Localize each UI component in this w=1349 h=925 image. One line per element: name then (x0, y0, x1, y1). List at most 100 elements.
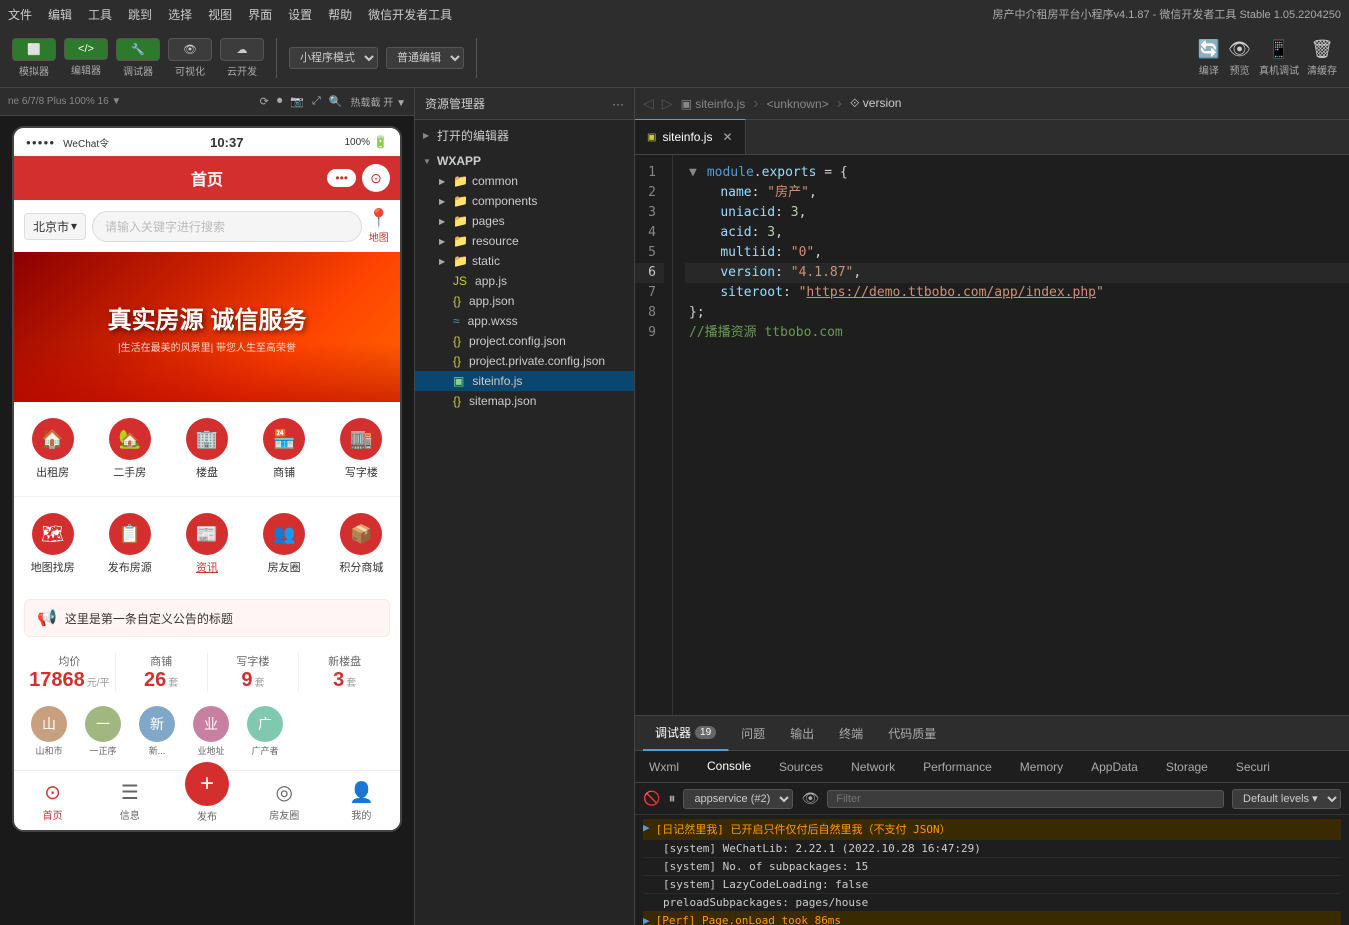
publish-nav-icon[interactable]: + (185, 762, 229, 806)
subtab-appdata[interactable]: AppData (1077, 751, 1152, 783)
nav-me[interactable]: 👤 我的 (323, 771, 400, 830)
file-panel-more-icon[interactable]: ··· (612, 97, 624, 111)
visual-tool[interactable]: 👁 可视化 (168, 38, 212, 78)
compile-action[interactable]: 🔄 编译 (1198, 39, 1220, 77)
subtab-wxml[interactable]: Wxml (635, 751, 693, 783)
log-level-select[interactable]: Default levels ▾ (1232, 789, 1341, 809)
agent-5[interactable]: 广 广产者 (240, 706, 290, 764)
category-map-find[interactable]: 🗺 地图找房 (14, 507, 91, 581)
debug-tab-terminal[interactable]: 终端 (827, 716, 876, 751)
file-project-config[interactable]: {} project.config.json (415, 331, 634, 351)
phone-notice[interactable]: 📢 这里是第一条自定义公告的标题 (24, 599, 390, 637)
category-publish[interactable]: 📋 发布房源 (91, 507, 168, 581)
compile-mode-select[interactable]: 普通编辑 (386, 47, 464, 69)
agent-2[interactable]: 一 一正序 (78, 706, 128, 764)
simulator-tool[interactable]: ⬜ 模拟器 (12, 38, 56, 78)
menu-settings[interactable]: 设置 (288, 6, 312, 23)
wxapp-section[interactable]: ▼ WXAPP (415, 151, 634, 171)
file-app-wxss[interactable]: ≈ app.wxss (415, 311, 634, 331)
category-building[interactable]: 🏢 楼盘 (168, 412, 245, 486)
agent-1[interactable]: 山 山和市 (24, 706, 74, 764)
category-shop[interactable]: 🏪 商铺 (246, 412, 323, 486)
file-project-private-config[interactable]: {} project.private.config.json (415, 351, 634, 371)
file-siteinfo-js[interactable]: ▣ siteinfo.js (415, 371, 634, 391)
preview-action[interactable]: 👁 预览 (1228, 39, 1251, 77)
debugger-tool[interactable]: 🔧 调试器 (116, 38, 160, 78)
category-second-hand[interactable]: 🏡 二手房 (91, 412, 168, 486)
search-input[interactable]: 请输入关键字进行搜索 (92, 211, 362, 242)
nav-publish[interactable]: + 发布 (168, 771, 245, 830)
category-office[interactable]: 🏬 写字楼 (323, 412, 400, 486)
zoom-icon[interactable]: 🔍 (329, 95, 343, 108)
cloud-button[interactable]: ☁ (220, 38, 264, 61)
folder-resource[interactable]: ▶ 📁 resource (415, 231, 634, 251)
console-clear-icon[interactable]: 🚫 (643, 790, 660, 807)
map-button[interactable]: 📍 地图 (368, 208, 390, 244)
menu-wechat-devtools[interactable]: 微信开发者工具 (368, 6, 452, 23)
menu-select[interactable]: 选择 (168, 6, 192, 23)
nav-friend-circle[interactable]: ◎ 房友圈 (246, 771, 323, 830)
expand-icon[interactable]: ⤢ (312, 95, 321, 108)
file-sitemap-json[interactable]: {} sitemap.json (415, 391, 634, 411)
nav-home[interactable]: ⊙ 首页 (14, 771, 91, 830)
editor-tab-siteinfo[interactable]: ▣ siteinfo.js ✕ (635, 119, 746, 154)
more-icon[interactable]: ••• (327, 169, 356, 187)
clear-cache-action[interactable]: 🗑 清缓存 (1307, 39, 1337, 77)
menu-edit[interactable]: 编辑 (48, 6, 72, 23)
debug-tab-output[interactable]: 输出 (778, 716, 827, 751)
menu-help[interactable]: 帮助 (328, 6, 352, 23)
record-icon[interactable]: ⏺ (277, 95, 283, 108)
subtab-performance[interactable]: Performance (909, 751, 1006, 783)
open-editors-section[interactable]: ▶ 打开的编辑器 (415, 124, 634, 147)
category-news[interactable]: 📰 资讯 (168, 507, 245, 581)
editor-button[interactable]: </> (64, 38, 108, 60)
file-app-json[interactable]: {} app.json (415, 291, 634, 311)
category-out-rent[interactable]: 🏠 出租房 (14, 412, 91, 486)
category-friend-circle[interactable]: 👥 房友圈 (246, 507, 323, 581)
fold-arrow-1[interactable]: ▼ (689, 163, 699, 183)
tab-close-icon[interactable]: ✕ (722, 130, 732, 144)
nav-back-icon[interactable]: ◁ (643, 95, 654, 112)
file-app-js[interactable]: JS app.js (415, 271, 634, 291)
city-selector[interactable]: 北京市 ▾ (24, 213, 86, 240)
log-expand-icon[interactable]: ▶ (643, 821, 650, 834)
folder-components[interactable]: ▶ 📁 components (415, 191, 634, 211)
agent-4[interactable]: 业 业地址 (186, 706, 236, 764)
appservice-context-select[interactable]: appservice (#2) (683, 789, 793, 809)
hot-reload-label[interactable]: 热载截 开 ▼ (351, 94, 406, 109)
simulator-button[interactable]: ⬜ (12, 38, 56, 61)
subtab-network[interactable]: Network (837, 751, 909, 783)
code-content[interactable]: ▼ module.exports = { name: "房产", uniacid… (673, 155, 1349, 715)
subtab-console[interactable]: Console (693, 751, 765, 783)
menu-tools[interactable]: 工具 (88, 6, 112, 23)
debug-tab-debugger[interactable]: 调试器 19 (643, 716, 729, 751)
folder-pages[interactable]: ▶ 📁 pages (415, 211, 634, 231)
debug-tab-code-quality[interactable]: 代码质量 (876, 716, 949, 751)
folder-common[interactable]: ▶ 📁 common (415, 171, 634, 191)
visual-button[interactable]: 👁 (168, 38, 212, 61)
subtab-storage[interactable]: Storage (1152, 751, 1222, 783)
console-pause-icon[interactable]: ⏸ (668, 790, 675, 807)
menu-goto[interactable]: 跳到 (128, 6, 152, 23)
real-debug-action[interactable]: 📱 真机调试 (1259, 39, 1299, 77)
log-expand-perf[interactable]: ▶ (643, 914, 650, 925)
menu-interface[interactable]: 界面 (248, 6, 272, 23)
phone-banner[interactable]: 真实房源 诚信服务 |生活在最美的风景里| 带您人生至高荣誉 (14, 252, 400, 402)
target-icon[interactable]: ⊙ (362, 164, 390, 192)
menu-view[interactable]: 视图 (208, 6, 232, 23)
folder-static[interactable]: ▶ 📁 static (415, 251, 634, 271)
device-selector[interactable]: ne 6/7/8 Plus 100% 16 ▼ (8, 96, 121, 107)
subtab-memory[interactable]: Memory (1006, 751, 1077, 783)
miniprogram-mode-select[interactable]: 小程序模式 (289, 47, 378, 69)
cloud-tool[interactable]: ☁ 云开发 (220, 38, 264, 78)
debugger-button[interactable]: 🔧 (116, 38, 160, 61)
menu-file[interactable]: 文件 (8, 6, 32, 23)
editor-tool[interactable]: </> 编辑器 (64, 38, 108, 77)
nav-info[interactable]: ☰ 信息 (91, 771, 168, 830)
screenshot-icon[interactable]: 📷 (290, 95, 304, 108)
subtab-sources[interactable]: Sources (765, 751, 837, 783)
rotate-icon[interactable]: ⟳ (260, 95, 269, 108)
eye-icon[interactable]: 👁 (801, 790, 819, 807)
nav-forward-icon[interactable]: ▷ (662, 95, 673, 112)
agent-3[interactable]: 新 新... (132, 706, 182, 764)
